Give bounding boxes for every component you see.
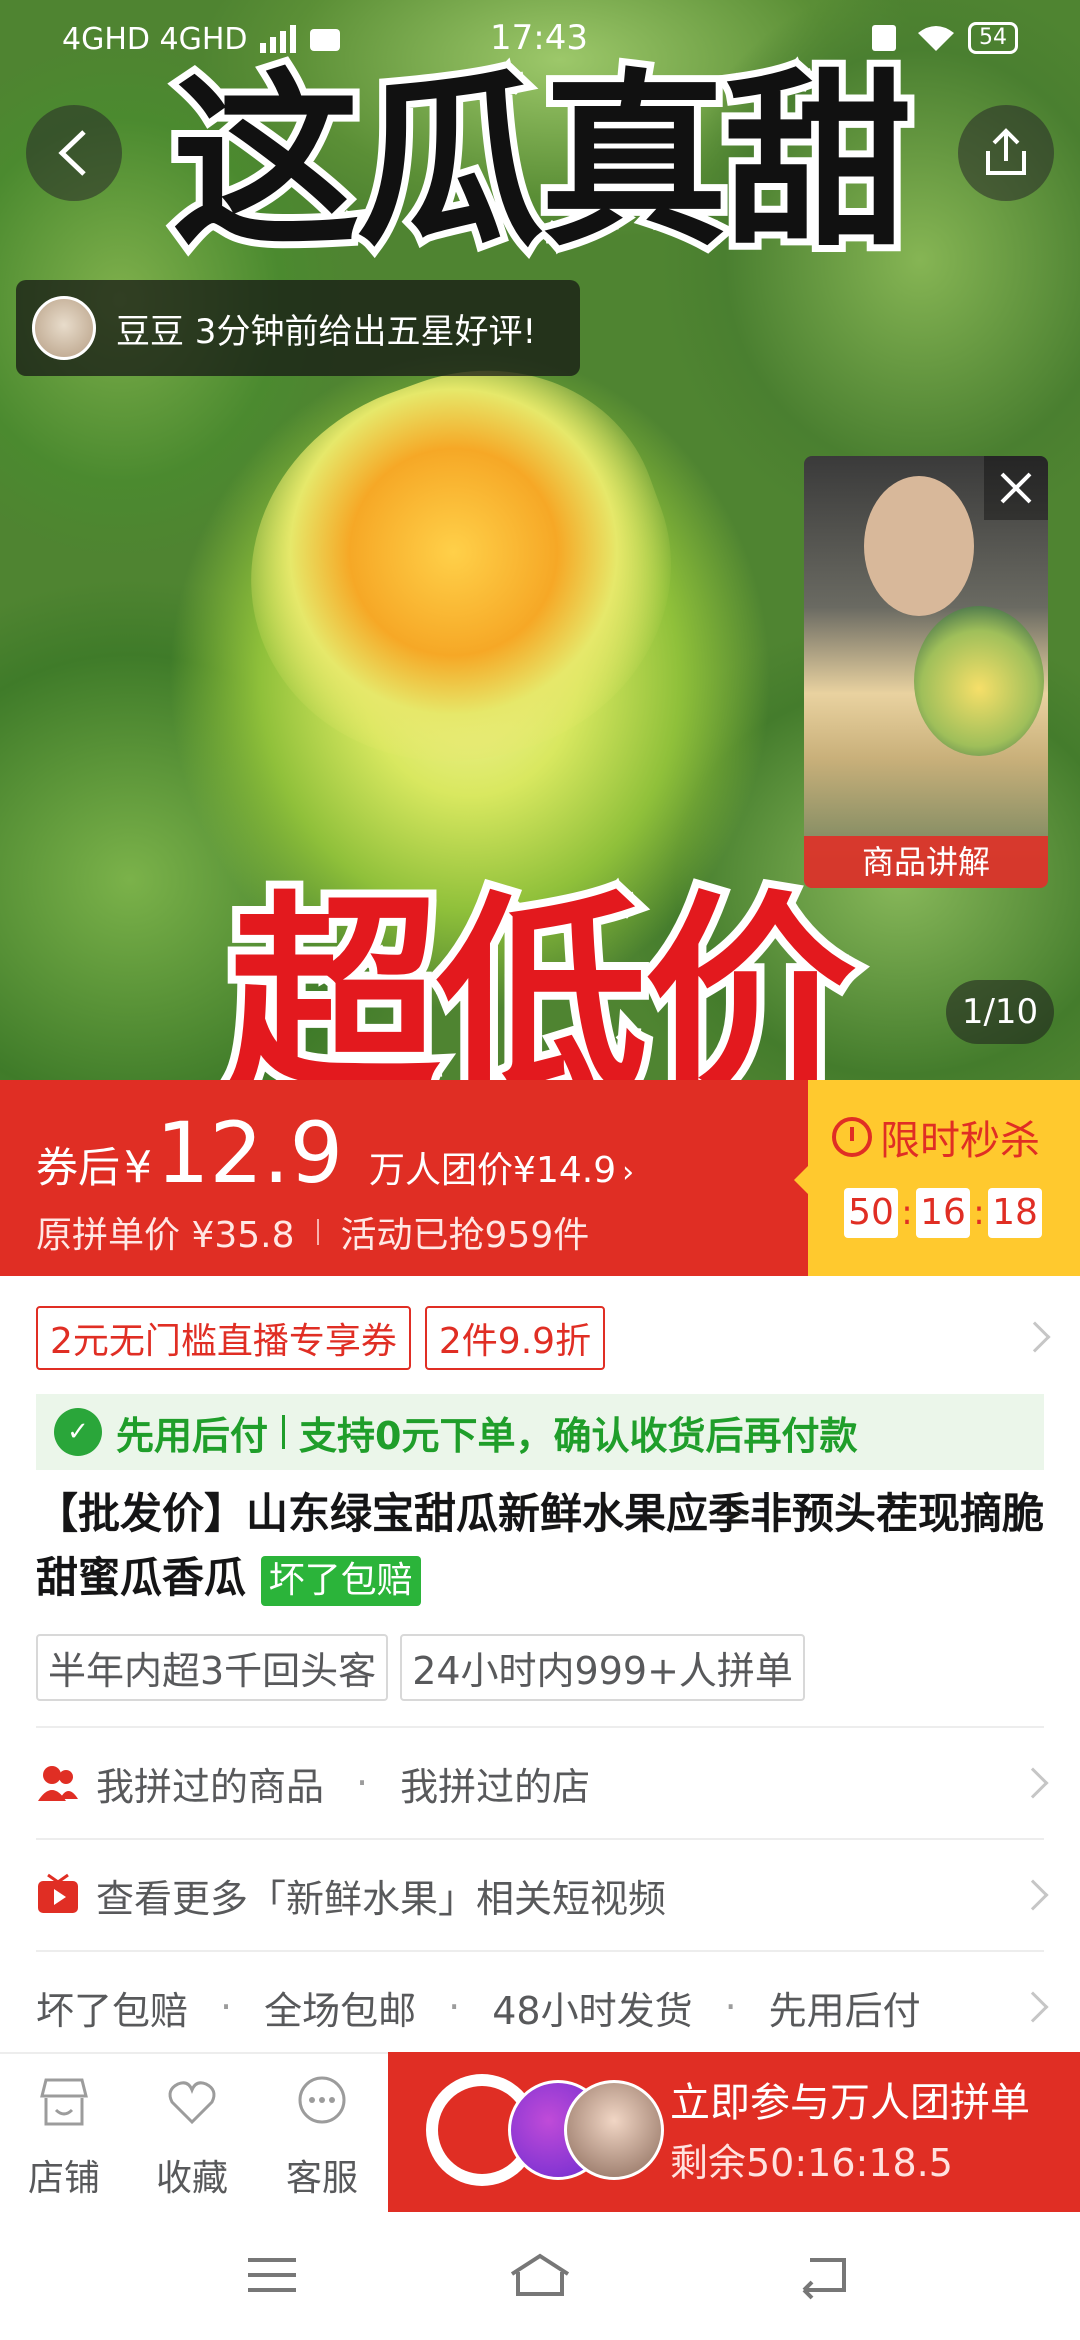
videos-row[interactable]: 查看更多「新鲜水果」相关短视频 xyxy=(36,1838,1049,1950)
back-nav-icon[interactable] xyxy=(796,2250,852,2300)
guarantee-badge: 坏了包赔 xyxy=(260,1555,421,1606)
pay-later-banner[interactable]: ✓ 先用后付 支持0元下单，确认收货后再付款 xyxy=(36,1394,1044,1470)
service-item: 先用后付 xyxy=(768,1988,921,2033)
signal-icon xyxy=(259,24,340,53)
image-counter: 1/10 xyxy=(946,980,1054,1044)
tv-icon xyxy=(38,1873,78,1913)
chevron-right-icon xyxy=(1017,1879,1049,1911)
share-icon xyxy=(986,128,1026,175)
original-price: 原拼单价 ¥35.8 xyxy=(36,1215,295,1256)
video-label: 商品讲解 xyxy=(804,836,1048,888)
product-title-text: 【批发价】山东绿宝甜瓜新鲜水果应季非预头茬现摘脆甜蜜瓜香瓜 xyxy=(36,1489,1045,1602)
coupon-list[interactable]: 2元无门槛直播专享券 2件9.9折 xyxy=(36,1306,606,1370)
separator-dot: · xyxy=(356,1761,369,1805)
reviewer-avatar xyxy=(32,296,96,360)
menu-icon[interactable] xyxy=(244,2250,300,2300)
chevron-right-icon[interactable] xyxy=(1019,1321,1051,1353)
sold-count: 活动已抢959件 xyxy=(340,1215,590,1256)
product-tag: 半年内超3千回头客 xyxy=(36,1634,389,1701)
badge-check-icon: ✓ xyxy=(54,1408,102,1456)
favorite-button[interactable]: 收藏 xyxy=(142,2074,242,2201)
service-item: 全场包邮 xyxy=(264,1988,417,2033)
chevron-left-icon xyxy=(58,130,86,176)
chevron-right-icon xyxy=(1017,1767,1049,1799)
coupon-tag[interactable]: 2件9.9折 xyxy=(424,1306,606,1370)
flash-sale-panel: 限时秒杀 50 : 16 : 18 xyxy=(794,1080,1080,1276)
timer-minutes: 16 xyxy=(916,1188,970,1238)
history-shops-link[interactable]: 我拼过的店 xyxy=(400,1756,590,1811)
vibrate-icon xyxy=(872,25,896,51)
cta-title: 立即参与万人团拼单 xyxy=(670,2080,1030,2126)
service-item: 48小时发货 xyxy=(492,1988,693,2033)
video-close-button[interactable] xyxy=(984,456,1048,520)
separator-dot: · xyxy=(724,1985,737,2029)
chat-icon xyxy=(298,2076,346,2124)
history-row[interactable]: 我拼过的商品 · 我拼过的店 xyxy=(36,1726,1049,1838)
wifi-icon xyxy=(918,26,954,51)
price-band: 券后 ¥ 12.9 万人团价¥14.9 › 原拼单价 ¥35.8 活动已抢959… xyxy=(0,1080,808,1276)
flash-sale-title: 限时秒杀 xyxy=(832,1108,1040,1166)
pay-later-title: 先用后付 xyxy=(116,1413,269,1458)
close-icon xyxy=(1000,472,1032,504)
clock-time: 17:43 xyxy=(490,18,588,58)
review-toast-text: 豆豆 3分钟前给出五星好评! xyxy=(116,311,537,352)
back-button[interactable] xyxy=(26,105,122,201)
favorite-label: 收藏 xyxy=(155,2158,228,2199)
store-button[interactable]: 店铺 xyxy=(14,2074,114,2201)
customer-service-label: 客服 xyxy=(285,2158,358,2199)
timer-seconds: 18 xyxy=(988,1188,1042,1238)
battery-icon: 54 xyxy=(968,22,1018,54)
review-toast: 豆豆 3分钟前给出五星好评! xyxy=(16,280,580,376)
price-currency: ¥ xyxy=(124,1142,153,1193)
share-button[interactable] xyxy=(958,105,1054,201)
price-prefix: 券后 xyxy=(36,1143,121,1192)
product-title: 【批发价】山东绿宝甜瓜新鲜水果应季非预头茬现摘脆甜蜜瓜香瓜 坏了包赔 xyxy=(36,1482,1046,1610)
price-subline: 原拼单价 ¥35.8 活动已抢959件 xyxy=(36,1206,589,1258)
status-right: 54 xyxy=(864,22,1018,54)
flash-sale-label: 限时秒杀 xyxy=(880,1118,1040,1164)
home-icon[interactable] xyxy=(508,2250,572,2300)
customer-service-button[interactable]: 客服 xyxy=(272,2074,372,2201)
melon-flesh-graphic xyxy=(197,319,723,821)
status-bar: 4GHD 4GHD 17:43 54 xyxy=(0,0,1080,84)
notch xyxy=(794,1166,808,1194)
countdown-timer: 50 : 16 : 18 xyxy=(844,1188,1042,1238)
coupon-tag[interactable]: 2元无门槛直播专享券 xyxy=(36,1306,411,1370)
price-value: 12.9 xyxy=(156,1104,344,1202)
join-group-button[interactable]: 立即参与万人团拼单 剩余50:16:18.5 xyxy=(388,2052,1080,2212)
signal-indicators: 4GHD 4GHD xyxy=(62,22,350,57)
history-goods-link[interactable]: 我拼过的商品 xyxy=(96,1756,324,1811)
videos-link[interactable]: 查看更多「新鲜水果」相关短视频 xyxy=(96,1868,666,1923)
timer-hours: 50 xyxy=(844,1188,898,1238)
chevron-right-icon: › xyxy=(622,1155,635,1190)
video-presenter xyxy=(864,476,974,616)
product-video-window[interactable]: 商品讲解 xyxy=(804,456,1048,888)
timer-colon: : xyxy=(901,1193,913,1233)
system-nav-bar xyxy=(0,2212,1080,2340)
separator-dot: · xyxy=(220,1985,233,2029)
price-line: 券后 ¥ 12.9 万人团价¥14.9 › xyxy=(36,1104,634,1202)
heart-icon xyxy=(168,2081,216,2125)
users-icon xyxy=(38,1766,78,1801)
product-tag: 24小时内999+人拼单 xyxy=(400,1634,805,1701)
divider xyxy=(316,1219,319,1245)
services-row[interactable]: 坏了包赔 · 全场包邮 · 48小时发货 · 先用后付 xyxy=(36,1950,1049,2062)
pay-later-detail: 支持0元下单，确认收货后再付款 xyxy=(299,1413,858,1458)
signal-text: 4GHD 4GHD xyxy=(62,22,248,57)
alarm-clock-icon xyxy=(832,1117,872,1157)
divider xyxy=(282,1415,286,1449)
product-tags: 半年内超3千回头客 24小时内999+人拼单 xyxy=(36,1634,805,1701)
video-melon xyxy=(914,606,1044,756)
timer-colon: : xyxy=(973,1193,985,1233)
group-member-avatar xyxy=(564,2080,664,2180)
separator-dot: · xyxy=(448,1985,461,2029)
chevron-right-icon xyxy=(1017,1991,1049,2023)
group-price-link[interactable]: 万人团价¥14.9 xyxy=(369,1141,616,1193)
store-icon xyxy=(40,2078,88,2126)
store-label: 店铺 xyxy=(27,2158,100,2199)
cta-countdown: 剩余50:16:18.5 xyxy=(670,2141,953,2185)
service-item: 坏了包赔 xyxy=(36,1988,189,2033)
